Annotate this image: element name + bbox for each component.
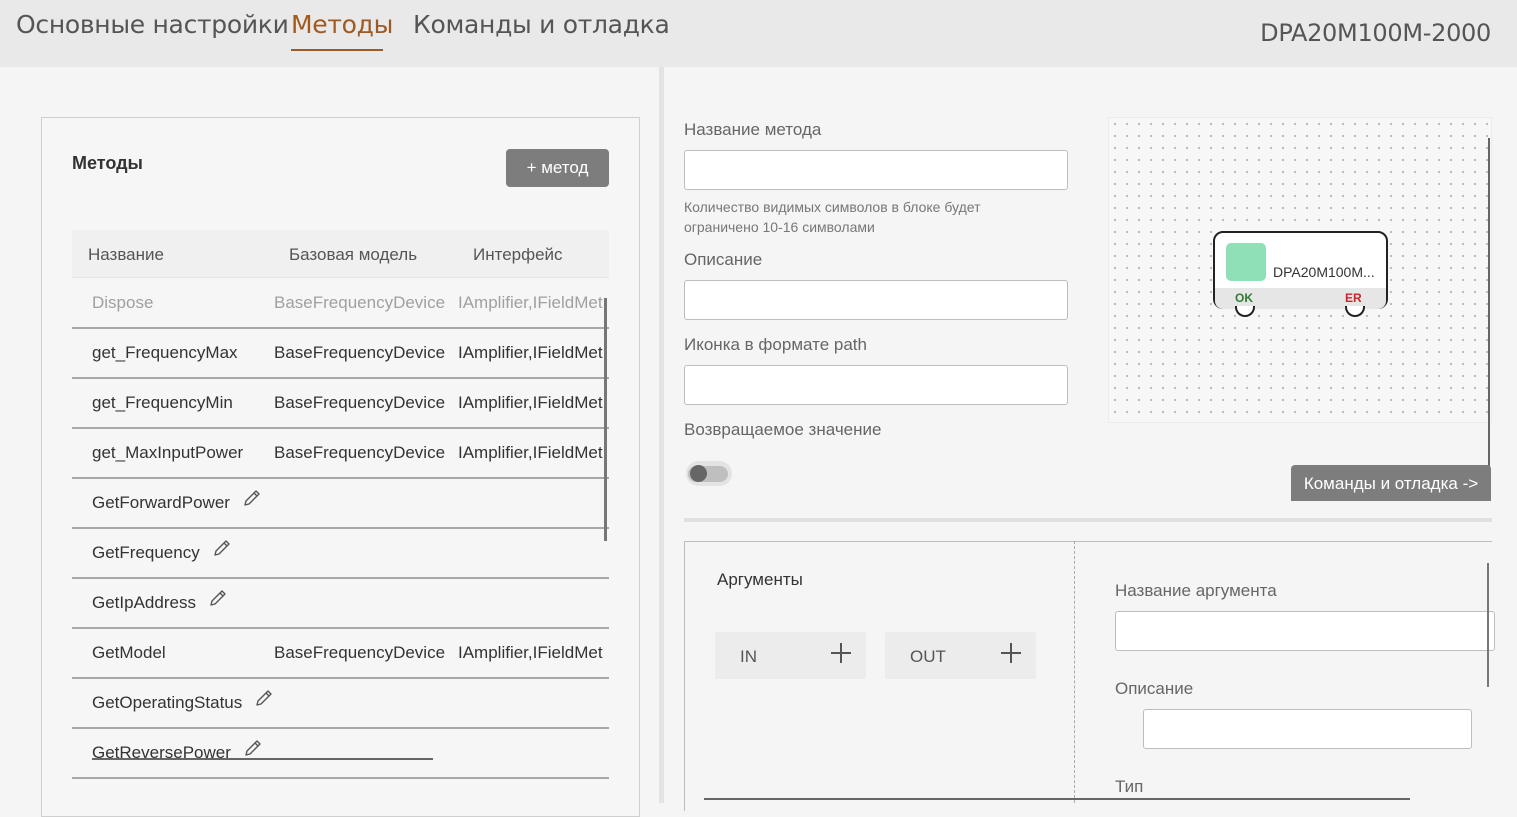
method-name-cell: GetModel [92, 643, 166, 662]
description-input[interactable] [684, 280, 1068, 320]
in-label: IN [740, 647, 757, 666]
argument-type-label: Тип [1115, 777, 1144, 796]
return-value-label: Возвращаемое значение [684, 420, 882, 439]
arguments-horizontal-scrollbar[interactable] [704, 798, 1410, 800]
tab-basic-settings[interactable]: Основные настройки [16, 10, 289, 39]
method-block-node[interactable]: DPA20M100M... OK ER [1213, 231, 1388, 317]
toggle-knob [690, 465, 707, 482]
column-header-name[interactable]: Название [88, 245, 164, 265]
method-name-cell: get_FrequencyMax [92, 343, 238, 362]
tab-commands-debug[interactable]: Команды и отладка [413, 10, 670, 39]
table-row[interactable]: GetReversePower [72, 729, 609, 779]
table-horizontal-scrollbar[interactable] [92, 758, 433, 760]
return-value-toggle[interactable] [686, 461, 732, 486]
plus-icon [830, 641, 852, 663]
out-label: OUT [910, 647, 946, 666]
add-in-argument-button[interactable]: IN [715, 632, 866, 679]
horizontal-splitter[interactable] [684, 518, 1492, 522]
interface-cell: IAmplifier,IFieldMet [458, 393, 603, 412]
node-label: DPA20M100M... [1273, 264, 1375, 280]
description-label: Описание [684, 250, 763, 269]
method-name-label: Название метода [684, 120, 822, 139]
icon-path-label: Иконка в формате path [684, 335, 867, 354]
interface-cell: IAmplifier,IFieldMet [458, 293, 603, 312]
arguments-title: Аргументы [717, 570, 803, 589]
active-tab-underline [291, 49, 383, 51]
methods-table-header: Название Базовая модель Интерфейс [72, 230, 609, 278]
base-model-cell: BaseFrequencyDevice [274, 293, 446, 312]
edit-pencil-icon[interactable] [208, 588, 228, 613]
table-vertical-scrollbar[interactable] [604, 298, 607, 541]
interface-cell: IAmplifier,IFieldMet [458, 443, 603, 462]
base-model-cell: BaseFrequencyDevice [274, 643, 446, 662]
table-row[interactable]: GetIpAddress [72, 579, 609, 629]
argument-description-label: Описание [1115, 679, 1194, 698]
method-name-cell: GetFrequency [92, 543, 200, 562]
canvas-scrollbar[interactable] [1488, 138, 1490, 496]
base-model-cell: BaseFrequencyDevice [274, 443, 446, 462]
interface-cell: IAmplifier,IFieldMet [458, 643, 603, 662]
node-er-label: ER [1345, 291, 1362, 305]
table-row[interactable]: get_MaxInputPower BaseFrequencyDevice IAmp… [72, 429, 609, 479]
base-model-cell: BaseFrequencyDevice [274, 343, 446, 362]
table-row[interactable]: GetOperatingStatus [72, 679, 609, 729]
argument-description-input[interactable] [1143, 709, 1472, 749]
arguments-scrollbar[interactable] [1487, 563, 1489, 687]
interface-cell: IAmplifier,IFieldMet [458, 343, 603, 362]
method-name-cell: GetForwardPower [92, 493, 230, 512]
plus-icon [1000, 641, 1022, 663]
table-row[interactable]: GetFrequency [72, 529, 609, 579]
add-method-button[interactable]: + метод [506, 149, 609, 187]
column-header-base-model[interactable]: Базовая модель [289, 245, 417, 265]
node-ok-label: OK [1235, 291, 1253, 305]
method-name-cell: GetIpAddress [92, 593, 196, 612]
column-header-interface[interactable]: Интерфейс [473, 245, 563, 265]
panel-splitter[interactable] [659, 67, 664, 803]
table-row[interactable]: Dispose BaseFrequencyDevice IAmplifier,IFi… [72, 279, 609, 329]
edit-pencil-icon[interactable] [254, 688, 274, 713]
table-row[interactable]: get_FrequencyMin BaseFrequencyDevice IAmpl… [72, 379, 609, 429]
argument-name-input[interactable] [1115, 611, 1495, 651]
method-name-input[interactable] [684, 150, 1068, 190]
method-name-cell: Dispose [92, 293, 154, 312]
method-name-cell: GetOperatingStatus [92, 693, 243, 712]
methods-title: Методы [72, 153, 143, 173]
edit-pencil-icon[interactable] [212, 538, 232, 563]
go-to-commands-debug-button[interactable]: Команды и отладка -> [1291, 465, 1491, 501]
argument-name-label: Название аргумента [1115, 581, 1277, 600]
method-name-cell: get_FrequencyMin [92, 393, 233, 412]
icon-path-input[interactable] [684, 365, 1068, 405]
tab-methods[interactable]: Методы [291, 10, 393, 39]
arguments-divider [1074, 541, 1075, 803]
edit-pencil-icon[interactable] [242, 488, 262, 513]
device-title: DPA20M100M-2000 [1260, 19, 1491, 47]
method-name-hint: Количество видимых символов в блоке буде… [684, 199, 981, 235]
method-name-cell: GetReversePower [92, 743, 231, 762]
base-model-cell: BaseFrequencyDevice [274, 393, 446, 412]
method-name-cell: get_MaxInputPower [92, 443, 244, 462]
table-row[interactable]: GetForwardPower [72, 479, 609, 529]
add-out-argument-button[interactable]: OUT [885, 632, 1036, 679]
node-icon [1226, 243, 1266, 281]
table-row[interactable]: GetModel BaseFrequencyDevice IAmplifier,IF… [72, 629, 609, 679]
table-row[interactable]: get_FrequencyMax BaseFrequencyDevice IAmpl… [72, 329, 609, 379]
